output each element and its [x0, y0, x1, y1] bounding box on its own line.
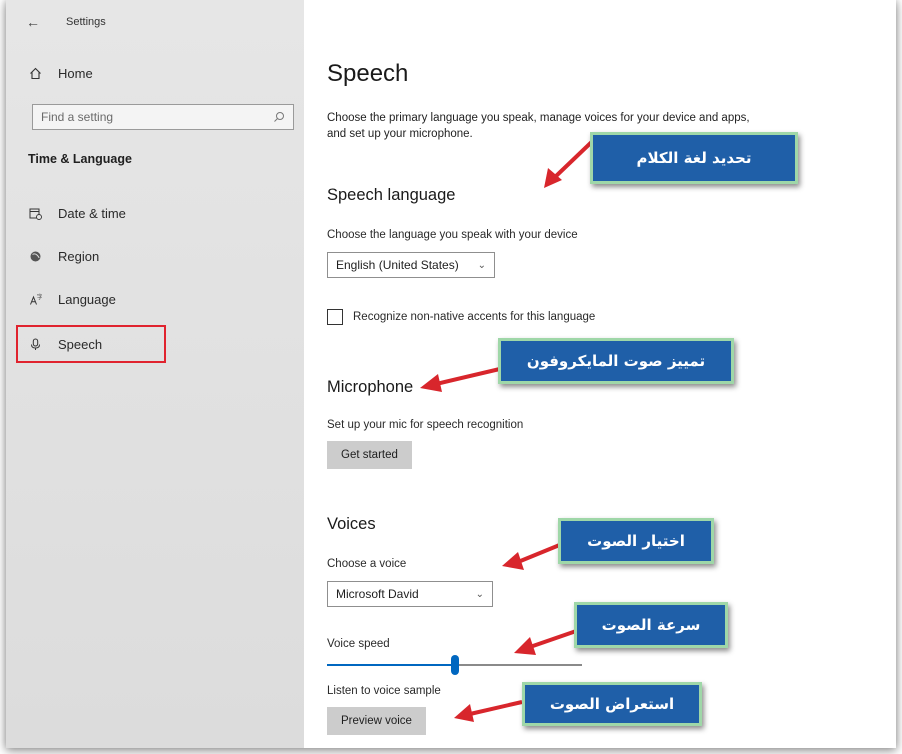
- sidebar-item-date-time[interactable]: Date & time: [28, 206, 126, 221]
- home-icon: [28, 67, 42, 81]
- section-label: Time & Language: [28, 152, 132, 166]
- callout-microphone: تمييز صوت المايكروفون: [498, 338, 734, 384]
- voice-dropdown[interactable]: Microsoft David ⌄: [327, 581, 493, 607]
- search-icon[interactable]: [273, 111, 285, 123]
- main-panel: Speech Choose the primary language you s…: [304, 0, 896, 748]
- speech-highlight-box: [16, 325, 166, 363]
- arrow-icon: [454, 700, 523, 722]
- callout-choose-voice: اختيار الصوت: [558, 518, 714, 564]
- sidebar-item-label: Home: [58, 66, 93, 81]
- chevron-down-icon: ⌄: [477, 259, 486, 271]
- chevron-down-icon: ⌄: [475, 588, 484, 600]
- search-input[interactable]: Find a setting: [32, 104, 294, 130]
- slider-fill: [327, 664, 455, 666]
- accent-checkbox[interactable]: [327, 309, 343, 325]
- language-icon: 字: [28, 293, 42, 307]
- accent-checkbox-row: Recognize non-native accents for this la…: [327, 309, 595, 325]
- sidebar-item-home[interactable]: Home: [28, 66, 93, 81]
- search-placeholder: Find a setting: [41, 110, 114, 124]
- arrow-icon: [502, 542, 563, 570]
- calendar-clock-icon: [28, 207, 42, 221]
- dropdown-value: Microsoft David: [336, 587, 419, 601]
- callout-voice-speed: سرعة الصوت: [574, 602, 728, 648]
- microphone-heading: Microphone: [327, 378, 414, 396]
- callout-preview-voice: استعراض الصوت: [522, 682, 702, 726]
- svg-text:字: 字: [37, 293, 42, 301]
- preview-voice-button[interactable]: Preview voice: [327, 707, 426, 735]
- globe-icon: [28, 250, 42, 264]
- arrow-icon: [420, 366, 505, 392]
- speech-language-dropdown[interactable]: English (United States) ⌄: [327, 252, 495, 278]
- sidebar-item-region[interactable]: Region: [28, 249, 99, 264]
- voice-speed-label: Voice speed: [327, 638, 390, 650]
- window-title: Settings: [66, 16, 106, 28]
- sidebar-item-label: Region: [58, 249, 100, 264]
- get-started-button[interactable]: Get started: [327, 441, 412, 469]
- slider-thumb[interactable]: [450, 655, 459, 675]
- settings-window: ← Settings Home Find a setting Time & La…: [6, 0, 896, 748]
- speech-language-label: Choose the language you speak with your …: [327, 229, 578, 241]
- voices-heading: Voices: [327, 515, 376, 533]
- page-title: Speech: [327, 60, 409, 87]
- back-arrow-icon[interactable]: ←: [26, 14, 40, 30]
- voice-sample-label: Listen to voice sample: [327, 685, 441, 697]
- checkbox-label: Recognize non-native accents for this la…: [353, 311, 596, 323]
- speech-language-heading: Speech language: [327, 186, 456, 204]
- callout-speech-language: تحديد لغة الكلام: [590, 132, 798, 184]
- sidebar-item-label: Language: [58, 292, 116, 307]
- sidebar: ← Settings Home Find a setting Time & La…: [6, 0, 304, 748]
- sidebar-item-language[interactable]: 字 Language: [28, 292, 116, 307]
- microphone-label: Set up your mic for speech recognition: [327, 419, 524, 431]
- dropdown-value: English (United States): [336, 258, 459, 272]
- sidebar-item-label: Date & time: [58, 206, 126, 221]
- choose-voice-label: Choose a voice: [327, 558, 407, 570]
- title-bar: ← Settings: [26, 14, 106, 30]
